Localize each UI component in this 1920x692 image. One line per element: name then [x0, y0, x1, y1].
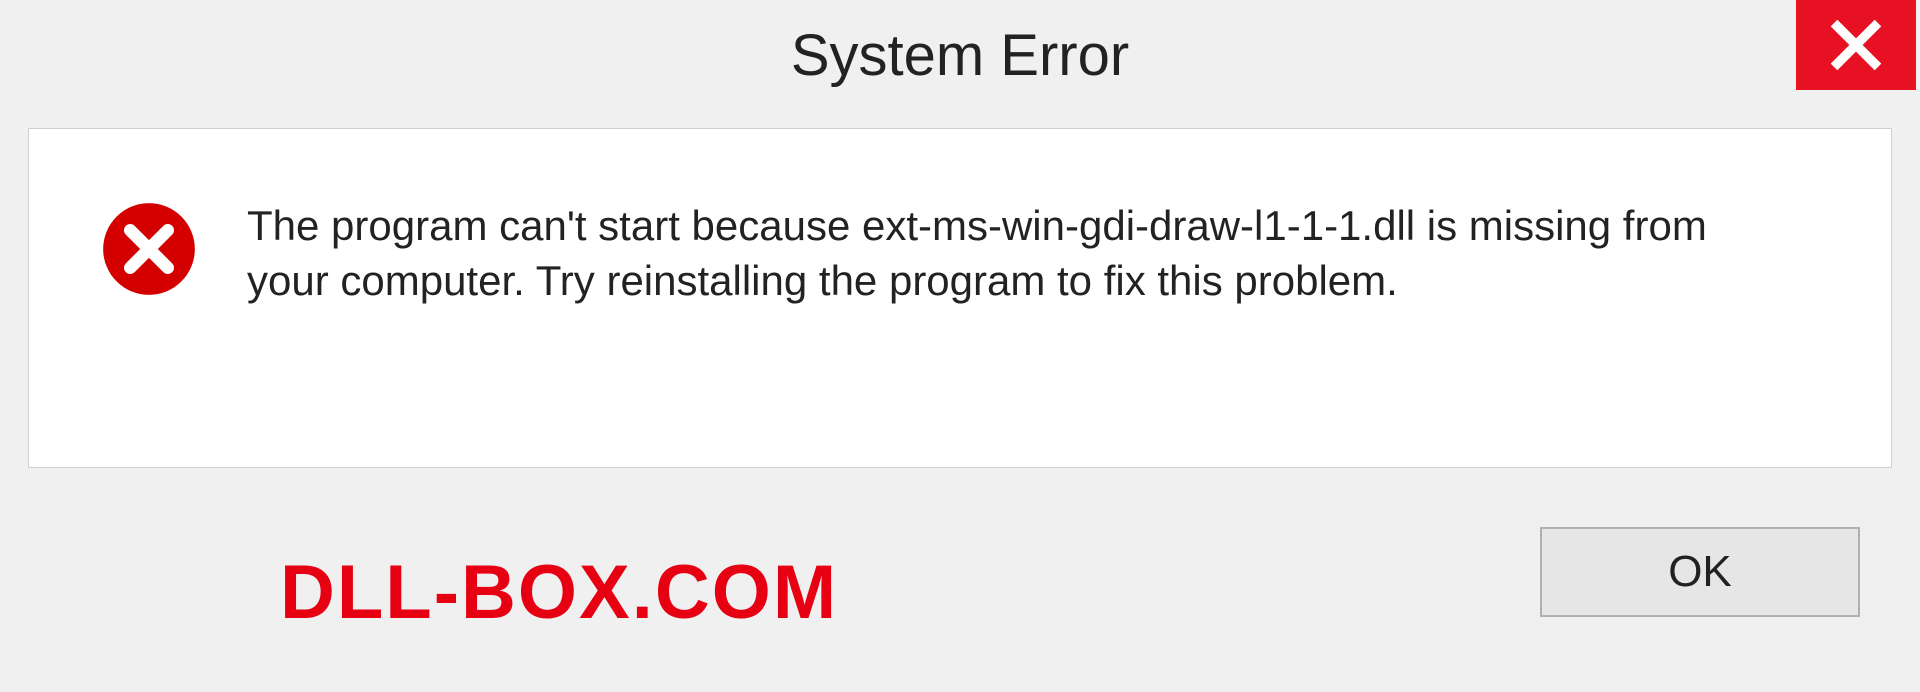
error-dialog: System Error The program can't start bec… — [0, 0, 1920, 692]
error-icon — [99, 199, 199, 304]
titlebar: System Error — [0, 0, 1920, 100]
watermark-text: DLL-BOX.COM — [280, 549, 838, 636]
close-icon — [1828, 17, 1884, 73]
error-message: The program can't start because ext-ms-w… — [247, 199, 1797, 308]
close-button[interactable] — [1796, 0, 1916, 90]
dialog-title: System Error — [791, 22, 1129, 89]
ok-button[interactable]: OK — [1540, 527, 1860, 617]
dialog-footer: DLL-BOX.COM OK — [0, 492, 1920, 692]
content-panel: The program can't start because ext-ms-w… — [28, 128, 1892, 468]
